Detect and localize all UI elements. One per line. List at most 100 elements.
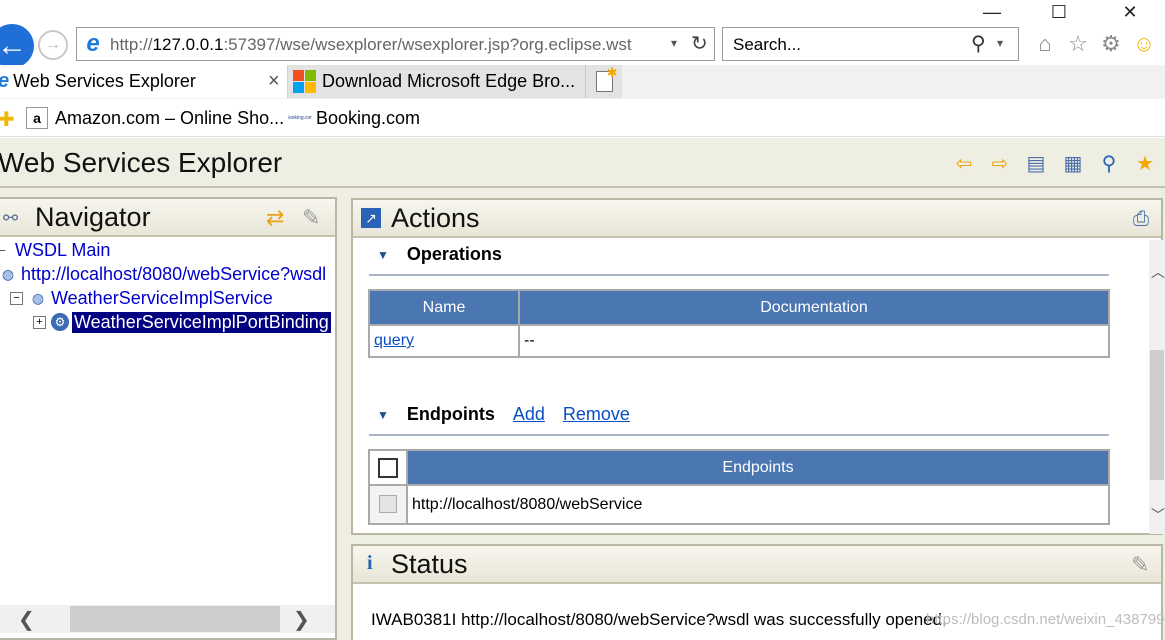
- forward-arrow-icon[interactable]: ⇨: [988, 151, 1012, 175]
- tree-label[interactable]: http://localhost/8080/webService?wsdl: [21, 264, 326, 285]
- status-title: Status: [391, 549, 468, 579]
- table-row: query --: [368, 324, 1110, 358]
- microsoft-logo-icon: [293, 70, 316, 93]
- url-text[interactable]: http://127.0.0.1:57397/wse/wsexplorer/ws…: [110, 35, 670, 55]
- actions-title-bar: ↗ Actions ⎙: [353, 200, 1161, 238]
- tree-node-binding[interactable]: + ⚙ WeatherServiceImplPortBinding: [0, 310, 331, 334]
- tree-node-wsdl-url[interactable]: ◍ http://localhost/8080/webService?wsdl: [0, 262, 326, 286]
- eraser-icon[interactable]: ✎: [302, 205, 320, 231]
- scroll-left-icon[interactable]: ❮: [18, 607, 35, 632]
- table-row: http://localhost/8080/webService: [368, 484, 1110, 525]
- actions-panel: ↗ Actions ⎙ ▼ Operations Name Documentat…: [351, 198, 1163, 535]
- minimize-button[interactable]: —: [969, 0, 1015, 25]
- search-input[interactable]: [731, 34, 965, 56]
- tree-expand-icon[interactable]: +: [33, 315, 46, 329]
- status-title-bar: i Status ✎: [353, 546, 1161, 584]
- favorites-star-add-icon[interactable]: ✚: [0, 107, 15, 132]
- tree-label[interactable]: WeatherServiceImplService: [51, 288, 273, 309]
- back-arrow-icon[interactable]: ⇦: [952, 151, 976, 175]
- new-tab-icon: ✱: [595, 65, 618, 92]
- operations-heading: ▼ Operations: [377, 244, 502, 264]
- tab-strip: e Web Services Explorer × Download Micro…: [0, 65, 1165, 99]
- endpoint-url-cell: http://localhost/8080/webService: [406, 484, 1110, 525]
- favorites-star-icon[interactable]: ★: [1133, 151, 1157, 175]
- wsil-page-icon[interactable]: ⚲: [1097, 151, 1121, 175]
- tree-collapse-icon[interactable]: −: [10, 291, 23, 305]
- refresh-icon[interactable]: ↻: [691, 31, 708, 56]
- page-title: Web Services Explorer: [0, 147, 283, 178]
- back-arrow-icon: ←: [0, 29, 27, 62]
- info-icon: i: [367, 552, 373, 574]
- scroll-up-icon[interactable]: ︿: [1151, 262, 1165, 282]
- close-window-button[interactable]: ✕: [1107, 0, 1153, 25]
- new-tab-button[interactable]: ✱: [586, 65, 622, 98]
- ie-tab-icon: e: [0, 70, 9, 93]
- select-all-checkbox[interactable]: [378, 457, 398, 478]
- feedback-smiley-icon[interactable]: ☺: [1130, 30, 1158, 58]
- favorite-label: Booking.com: [316, 107, 421, 128]
- favorite-amazon[interactable]: a Amazon.com – Online Sho...: [26, 105, 284, 131]
- tree-label[interactable]: WSDL Main: [15, 240, 110, 261]
- address-dropdown-icon[interactable]: ▾: [671, 36, 677, 50]
- wse-header: Web Services Explorer ⇦ ⇨ ▤ ▦ ⚲ ★: [0, 138, 1165, 188]
- watermark: https://blog.csdn.net/weixin_43879909: [926, 611, 1165, 628]
- tab-label: Web Services Explorer: [13, 71, 196, 91]
- column-header-documentation: Documentation: [518, 289, 1110, 326]
- column-header-endpoints: Endpoints: [406, 449, 1110, 486]
- tree-node-service[interactable]: − ◍ WeatherServiceImplService: [0, 286, 273, 310]
- tree-label-selected[interactable]: WeatherServiceImplPortBinding: [72, 311, 331, 333]
- forward-button[interactable]: →: [38, 30, 68, 60]
- status-message: IWAB0381I http://localhost/8080/webServi…: [371, 610, 947, 629]
- operation-name-cell: query: [368, 324, 520, 358]
- eraser-icon[interactable]: ✎: [1131, 552, 1149, 578]
- wsdl-page-icon[interactable]: ▤: [1024, 151, 1048, 175]
- select-all-cell: [368, 449, 408, 486]
- forward-arrow-icon: →: [45, 36, 61, 53]
- navigator-tree-icon: ⚯: [3, 208, 19, 228]
- binding-gear-icon: ⚙: [51, 313, 69, 331]
- collapse-triangle-icon[interactable]: ▼: [377, 408, 389, 422]
- operation-link-query[interactable]: query: [374, 332, 414, 349]
- endpoint-checkbox[interactable]: [379, 495, 397, 514]
- search-icon[interactable]: ⚲: [971, 31, 986, 56]
- section-divider: [369, 274, 1109, 276]
- favorite-booking[interactable]: Booking.com Booking.com: [288, 105, 420, 131]
- tab-download-edge[interactable]: Download Microsoft Edge Bro...: [288, 65, 586, 98]
- column-header-name: Name: [368, 289, 520, 326]
- tab-label: Download Microsoft Edge Bro...: [322, 71, 576, 91]
- navigator-panel: ⚯ Navigator ⇄ ✎ ⌐ WSDL Main ◍ http://loc…: [0, 197, 337, 640]
- scroll-down-icon[interactable]: ﹀: [1151, 505, 1165, 525]
- settings-gear-icon[interactable]: ⚙: [1097, 30, 1125, 58]
- tab-web-services-explorer[interactable]: e Web Services Explorer ×: [0, 65, 288, 98]
- operation-doc-cell: --: [518, 324, 1110, 358]
- scroll-right-icon[interactable]: ❯: [293, 607, 310, 632]
- actions-arrow-icon: ↗: [361, 208, 381, 228]
- uddi-page-icon[interactable]: ▦: [1061, 151, 1085, 175]
- navigator-title: Navigator: [35, 202, 151, 232]
- collapse-triangle-icon[interactable]: ▼: [377, 248, 389, 262]
- window-title-bar: — ☐ ✕: [0, 0, 1165, 25]
- search-dropdown-icon[interactable]: ▾: [997, 36, 1003, 50]
- remove-endpoint-link[interactable]: Remove: [563, 404, 630, 425]
- ie-logo-icon: e: [86, 30, 100, 57]
- add-endpoint-link[interactable]: Add: [513, 404, 545, 425]
- wsdl-globe-icon: ◍: [1, 265, 15, 282]
- tab-close-icon[interactable]: ×: [268, 70, 280, 93]
- maximize-button[interactable]: ☐: [1036, 0, 1082, 25]
- address-bar[interactable]: e http://127.0.0.1:57397/wse/wsexplorer/…: [76, 27, 715, 61]
- booking-icon: Booking.com: [288, 115, 312, 121]
- favorites-icon[interactable]: ☆: [1064, 30, 1092, 58]
- actions-scroll-thumb[interactable]: [1150, 350, 1164, 480]
- section-divider: [369, 434, 1109, 436]
- refresh-arrows-icon[interactable]: ⇄: [266, 205, 284, 231]
- endpoints-heading: ▼ Endpoints Add Remove: [377, 404, 630, 425]
- print-icon[interactable]: ⎙: [1133, 208, 1149, 231]
- operations-table: Name Documentation query --: [368, 289, 1110, 358]
- navigator-title-bar: ⚯ Navigator ⇄ ✎: [0, 199, 335, 237]
- navigator-scroll-thumb[interactable]: [70, 606, 280, 632]
- favorites-bar: ✚ a Amazon.com – Online Sho... Booking.c…: [0, 99, 1165, 137]
- tree-root-icon: ⌐: [0, 242, 7, 258]
- home-icon[interactable]: ⌂: [1031, 30, 1059, 58]
- search-box[interactable]: ⚲ ▾: [722, 27, 1019, 61]
- tree-node-wsdl-main[interactable]: ⌐ WSDL Main: [0, 238, 110, 262]
